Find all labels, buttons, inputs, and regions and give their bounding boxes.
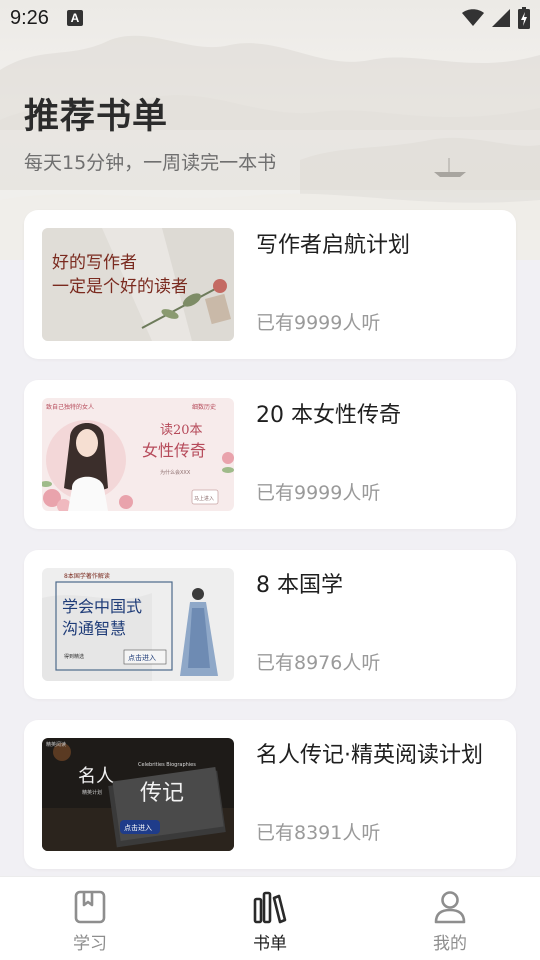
book-cover-image: 好的写作者 一定是个好的读者 — [42, 228, 234, 341]
page-title: 推荐书单 — [24, 97, 169, 137]
book-card[interactable]: 名人 传记 精英阅读 Celebrities Biographies 精英计划 … — [24, 720, 516, 869]
book-cover-image: 名人 传记 精英阅读 Celebrities Biographies 精英计划 … — [42, 738, 234, 851]
bottom-navigation: 学习 书单 我的 — [0, 876, 540, 960]
nav-label: 书单 — [253, 934, 287, 954]
bookmark-book-icon — [74, 890, 106, 924]
wifi-icon — [462, 9, 484, 26]
screen: 9:26 A 推荐书单 每天15分钟，一周读完一本书 好的写作者 一定是个好的读… — [0, 0, 540, 960]
status-icons — [462, 7, 530, 29]
book-title: 8 本国学 — [256, 573, 343, 598]
svg-text:8本国学著作解读: 8本国学著作解读 — [64, 572, 110, 580]
book-cover-image: 读20本 女性传奇 致自己独特的女人 细数历史 为什么会XXX 马上进入 — [42, 398, 234, 511]
book-cover-image: 学会中国式 沟通智慧 8本国学著作解读 得到精选 点击进入 — [42, 568, 234, 681]
svg-text:学会中国式: 学会中国式 — [62, 597, 142, 616]
svg-text:好的写作者: 好的写作者 — [52, 253, 137, 273]
svg-text:细数历史: 细数历史 — [192, 403, 216, 411]
page-subtitle: 每天15分钟，一周读完一本书 — [24, 152, 277, 174]
book-card[interactable]: 学会中国式 沟通智慧 8本国学著作解读 得到精选 点击进入 8 本国学 已有89… — [24, 550, 516, 699]
svg-text:为什么会XXX: 为什么会XXX — [160, 469, 191, 476]
svg-text:得到精选: 得到精选 — [64, 653, 84, 660]
book-title: 20 本女性传奇 — [256, 403, 401, 428]
svg-text:女性传奇: 女性传奇 — [142, 441, 206, 460]
svg-text:马上进入: 马上进入 — [194, 495, 214, 502]
book-listener-count: 已有9999人听 — [256, 312, 381, 334]
svg-text:精英计划: 精英计划 — [82, 789, 102, 796]
svg-text:致自己独特的女人: 致自己独特的女人 — [46, 403, 94, 411]
book-title: 写作者启航计划 — [256, 233, 411, 258]
svg-text:沟通智慧: 沟通智慧 — [62, 619, 126, 638]
nav-tab-booklist[interactable]: 书单 — [180, 877, 360, 960]
book-list: 好的写作者 一定是个好的读者 写作者启航计划 已有9999人听 读20本 女性传… — [24, 210, 516, 890]
bookshelf-icon — [253, 891, 287, 924]
cell-signal-icon — [492, 9, 510, 27]
notification-icon: A — [66, 10, 83, 26]
battery-charging-icon — [518, 7, 530, 29]
book-card[interactable]: 好的写作者 一定是个好的读者 写作者启航计划 已有9999人听 — [24, 210, 516, 359]
book-card[interactable]: 读20本 女性传奇 致自己独特的女人 细数历史 为什么会XXX 马上进入 20 … — [24, 380, 516, 529]
svg-text:精英阅读: 精英阅读 — [46, 741, 66, 748]
book-listener-count: 已有8976人听 — [256, 652, 381, 674]
book-listener-count: 已有8391人听 — [256, 822, 381, 844]
status-bar: 9:26 A — [0, 0, 540, 36]
svg-text:点击进入: 点击进入 — [128, 653, 156, 662]
book-title: 名人传记·精英阅读计划 — [256, 743, 483, 768]
svg-text:Celebrities Biographies: Celebrities Biographies — [138, 762, 196, 768]
nav-tab-study[interactable]: 学习 — [0, 877, 180, 960]
book-listener-count: 已有9999人听 — [256, 482, 381, 504]
status-time: 9:26 — [10, 6, 49, 29]
nav-tab-profile[interactable]: 我的 — [360, 877, 540, 960]
nav-label: 我的 — [433, 934, 467, 954]
svg-text:传记: 传记 — [140, 781, 184, 806]
svg-text:点击进入: 点击进入 — [124, 823, 152, 832]
person-icon — [434, 891, 466, 924]
svg-text:读20本: 读20本 — [160, 423, 203, 438]
nav-label: 学习 — [73, 934, 107, 954]
svg-text:名人: 名人 — [78, 766, 114, 787]
svg-text:一定是个好的读者: 一定是个好的读者 — [52, 277, 188, 297]
